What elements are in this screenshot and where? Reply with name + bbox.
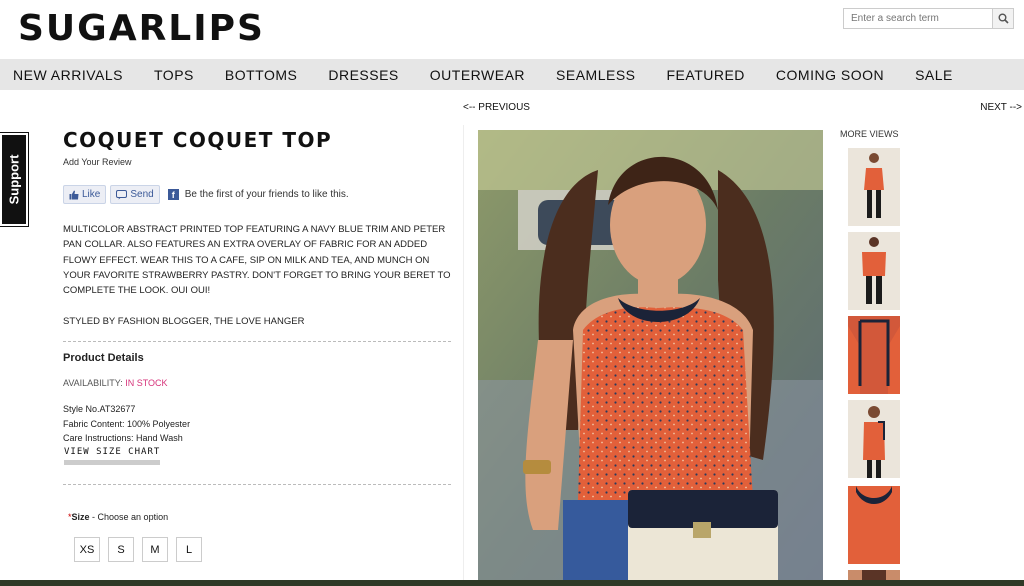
thumbnail-1[interactable] bbox=[848, 148, 900, 226]
thumbnail-5[interactable] bbox=[848, 486, 900, 564]
next-product-link[interactable]: NEXT --> bbox=[980, 102, 1022, 113]
main-product-image[interactable] bbox=[478, 130, 823, 586]
nav-dresses[interactable]: DRESSES bbox=[328, 67, 398, 83]
search-button[interactable] bbox=[992, 9, 1013, 28]
support-label: Support bbox=[6, 154, 22, 205]
product-title: COQUET COQUET TOP bbox=[63, 128, 333, 152]
nav-tops[interactable]: TOPS bbox=[154, 67, 194, 83]
size-label-text: Size bbox=[71, 512, 90, 522]
thumbnail-image bbox=[848, 316, 900, 394]
speech-bubble-icon bbox=[116, 189, 128, 199]
size-selector: XS S M L bbox=[74, 537, 202, 562]
more-views-heading: MORE VIEWS bbox=[840, 129, 899, 139]
fb-send-label: Send bbox=[130, 189, 154, 200]
nav-new-arrivals[interactable]: NEW ARRIVALS bbox=[13, 67, 123, 83]
fb-send-button[interactable]: Send bbox=[110, 185, 160, 204]
stock-status: IN STOCK bbox=[125, 378, 168, 388]
site-logo[interactable]: SUGARLIPS bbox=[18, 8, 265, 49]
nav-seamless[interactable]: SEAMLESS bbox=[556, 67, 635, 83]
thumbs-up-icon bbox=[69, 190, 79, 199]
nav-featured[interactable]: FEATURED bbox=[667, 67, 745, 83]
previous-product-link[interactable]: <-- PREVIOUS bbox=[463, 102, 530, 113]
size-option-m[interactable]: M bbox=[142, 537, 168, 562]
thumbnail-3[interactable] bbox=[848, 316, 900, 394]
search-box bbox=[843, 8, 1014, 29]
care-instructions: Care Instructions: Hand Wash bbox=[63, 433, 183, 443]
support-tab[interactable]: Support bbox=[0, 132, 29, 227]
search-input[interactable] bbox=[844, 9, 992, 28]
product-specs: Style No.AT32677 Fabric Content: 100% Po… bbox=[63, 402, 190, 446]
availability: AVAILABILITY: IN STOCK bbox=[63, 378, 168, 388]
size-option-s[interactable]: S bbox=[108, 537, 134, 562]
thumbnail-image bbox=[848, 486, 900, 564]
thumbnail-4[interactable] bbox=[848, 400, 900, 478]
product-details-heading: Product Details bbox=[63, 352, 144, 364]
availability-label: AVAILABILITY: bbox=[63, 378, 123, 388]
nav-sale[interactable]: SALE bbox=[915, 67, 953, 83]
thumbnail-2[interactable] bbox=[848, 232, 900, 310]
nav-coming-soon[interactable]: COMING SOON bbox=[776, 67, 884, 83]
nav-bottoms[interactable]: BOTTOMS bbox=[225, 67, 297, 83]
thumbnail-image bbox=[848, 232, 900, 310]
main-nav: NEW ARRIVALS TOPS BOTTOMS DRESSES OUTERW… bbox=[0, 59, 1024, 90]
size-option-l[interactable]: L bbox=[176, 537, 202, 562]
product-description: MULTICOLOR ABSTRACT PRINTED TOP FEATURIN… bbox=[63, 224, 451, 297]
size-option-xs[interactable]: XS bbox=[74, 537, 100, 562]
divider bbox=[63, 341, 451, 342]
divider bbox=[63, 484, 451, 485]
footer-strip bbox=[0, 580, 1024, 586]
fb-like-button[interactable]: Like bbox=[63, 185, 107, 204]
size-option-label: *Size - Choose an option bbox=[68, 512, 168, 522]
size-chart-link[interactable]: VIEW SIZE CHART bbox=[64, 447, 161, 465]
fb-like-label: Like bbox=[82, 189, 101, 200]
facebook-icon: f bbox=[167, 189, 179, 200]
fabric-content: Fabric Content: 100% Polyester bbox=[63, 418, 191, 429]
style-number: Style No.AT32677 bbox=[63, 404, 136, 414]
nav-outerwear[interactable]: OUTERWEAR bbox=[430, 67, 525, 83]
thumbnail-image bbox=[848, 148, 900, 226]
size-hint: - Choose an option bbox=[89, 512, 169, 522]
model-photo bbox=[478, 130, 823, 586]
thumbnail-image bbox=[848, 400, 900, 478]
column-divider bbox=[463, 125, 464, 586]
add-review-link[interactable]: Add Your Review bbox=[63, 157, 132, 167]
search-icon bbox=[998, 13, 1009, 24]
fb-friends-text: Be the first of your friends to like thi… bbox=[184, 189, 349, 200]
social-bar: Like Send f Be the first of your friends… bbox=[63, 185, 349, 204]
styled-by-text: STYLED BY FASHION BLOGGER, THE LOVE HANG… bbox=[63, 316, 305, 327]
